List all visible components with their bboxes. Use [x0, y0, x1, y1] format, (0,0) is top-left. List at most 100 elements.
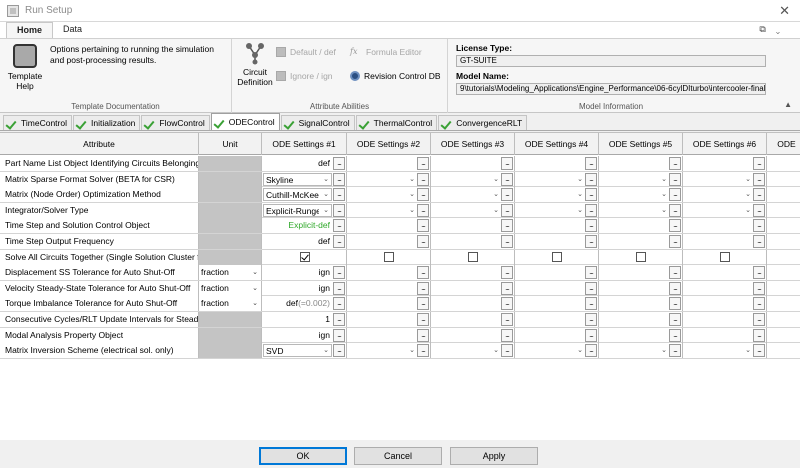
- value-cell[interactable]: ⌄...: [347, 171, 431, 187]
- ellipsis-button[interactable]: ...: [333, 344, 345, 358]
- tab-thermalcontrol[interactable]: ThermalControl: [355, 115, 438, 130]
- ellipsis-button[interactable]: ...: [501, 235, 513, 248]
- ellipsis-button[interactable]: ...: [585, 157, 597, 170]
- ellipsis-button[interactable]: ...: [333, 157, 345, 170]
- chevron-down-icon[interactable]: ⌄: [745, 343, 751, 358]
- ellipsis-button[interactable]: ...: [753, 219, 765, 233]
- ellipsis-button[interactable]: ...: [669, 157, 681, 170]
- value-cell[interactable]: ⌄...: [683, 343, 767, 359]
- value-cell[interactable]: ...: [347, 312, 431, 327]
- value-cell[interactable]: ...: [515, 156, 599, 171]
- ellipsis-button[interactable]: ...: [753, 235, 765, 248]
- select-dropdown[interactable]: SVD ⌄: [263, 344, 332, 358]
- value-cell[interactable]: ...: [431, 234, 515, 249]
- ellipsis-button[interactable]: ...: [417, 219, 429, 233]
- value-cell[interactable]: ...: [431, 296, 515, 312]
- ellipsis-button[interactable]: ...: [501, 344, 513, 358]
- value-cell[interactable]: ⌄...: [599, 202, 683, 218]
- value-cell[interactable]: ...: [515, 312, 599, 327]
- value-cell[interactable]: ...: [515, 234, 599, 249]
- value-cell[interactable]: ⌄...: [347, 202, 431, 218]
- value-cell[interactable]: [767, 265, 800, 280]
- value-cell[interactable]: Skyline ⌄...: [262, 171, 347, 187]
- ellipsis-button[interactable]: ...: [753, 344, 765, 358]
- ellipsis-button[interactable]: ...: [753, 313, 765, 326]
- value-cell[interactable]: ⌄...: [431, 187, 515, 203]
- ellipsis-button[interactable]: ...: [333, 188, 345, 202]
- value-cell[interactable]: ...: [431, 312, 515, 327]
- chevron-down-icon[interactable]: ⌄: [323, 189, 329, 201]
- ellipsis-button[interactable]: ...: [417, 297, 429, 311]
- chevron-down-icon[interactable]: ⌄: [323, 345, 329, 357]
- tab-timecontrol[interactable]: TimeControl: [3, 115, 72, 130]
- ellipsis-button[interactable]: ...: [417, 344, 429, 358]
- chevron-down-icon[interactable]: ⌄: [409, 203, 415, 218]
- value-cell[interactable]: ...: [515, 218, 599, 234]
- value-cell[interactable]: (=0.002) def...: [262, 296, 347, 312]
- value-cell[interactable]: [262, 249, 347, 265]
- value-cell[interactable]: [767, 203, 800, 218]
- ellipsis-button[interactable]: ...: [585, 344, 597, 358]
- chevron-down-icon[interactable]: ⌄: [661, 172, 667, 187]
- ellipsis-button[interactable]: ...: [753, 297, 765, 311]
- value-cell[interactable]: ...: [683, 218, 767, 234]
- value-cell[interactable]: ...: [683, 327, 767, 343]
- ellipsis-button[interactable]: ...: [333, 266, 345, 280]
- ellipsis-button[interactable]: ...: [669, 344, 681, 358]
- chevron-down-icon[interactable]: ⌄: [493, 172, 499, 187]
- chevron-down-icon[interactable]: ⌄: [252, 265, 258, 280]
- value-cell[interactable]: [767, 234, 800, 249]
- tab-odecontrol[interactable]: ODEControl: [210, 113, 280, 130]
- ellipsis-button[interactable]: ...: [669, 313, 681, 326]
- select-dropdown[interactable]: Explicit-Runge-Ku... ⌄: [263, 203, 332, 217]
- chevron-down-icon[interactable]: ⌄: [493, 203, 499, 218]
- ellipsis-button[interactable]: ...: [585, 203, 597, 217]
- select-dropdown[interactable]: Skyline ⌄: [263, 172, 332, 186]
- ellipsis-button[interactable]: ...: [417, 328, 429, 342]
- value-cell[interactable]: ...: [431, 218, 515, 234]
- value-cell[interactable]: ...: [431, 280, 515, 296]
- circuit-definition-button[interactable]: Circuit Definition: [236, 41, 274, 87]
- ellipsis-button[interactable]: ...: [753, 172, 765, 186]
- value-cell[interactable]: ...: [431, 265, 515, 281]
- ellipsis-button[interactable]: ...: [417, 281, 429, 295]
- value-cell[interactable]: ...: [599, 265, 683, 281]
- unit-cell[interactable]: fraction ⌄: [199, 296, 262, 312]
- ellipsis-button[interactable]: ...: [501, 281, 513, 295]
- tab-data[interactable]: Data: [53, 22, 92, 38]
- value-cell[interactable]: [767, 172, 800, 187]
- value-cell[interactable]: Explicit-Runge-Ku... ⌄...: [262, 202, 347, 218]
- value-cell[interactable]: ...: [683, 280, 767, 296]
- ellipsis-button[interactable]: ...: [753, 328, 765, 342]
- value-cell[interactable]: [767, 218, 800, 233]
- ellipsis-button[interactable]: ...: [501, 266, 513, 280]
- chevron-down-icon[interactable]: ⌄: [577, 343, 583, 358]
- chevron-down-icon[interactable]: ⌄: [745, 172, 751, 187]
- ellipsis-button[interactable]: ...: [501, 313, 513, 326]
- value-cell[interactable]: [767, 156, 800, 171]
- ellipsis-button[interactable]: ...: [669, 266, 681, 280]
- value-cell[interactable]: ign...: [262, 327, 347, 343]
- ellipsis-button[interactable]: ...: [669, 297, 681, 311]
- value-cell[interactable]: ...: [683, 265, 767, 281]
- value-cell[interactable]: ...: [431, 156, 515, 171]
- checkbox[interactable]: [636, 251, 646, 262]
- ellipsis-button[interactable]: ...: [753, 266, 765, 280]
- ellipsis-button[interactable]: ...: [333, 203, 345, 217]
- value-cell[interactable]: [767, 250, 800, 265]
- value-cell[interactable]: ign...: [262, 280, 347, 296]
- ellipsis-button[interactable]: ...: [501, 219, 513, 233]
- value-cell[interactable]: [683, 249, 767, 265]
- ignore-ign-button[interactable]: Ignore / ign: [276, 69, 333, 82]
- ellipsis-button[interactable]: ...: [501, 297, 513, 311]
- chevron-down-icon[interactable]: ⌄: [577, 172, 583, 187]
- value-cell[interactable]: ...: [347, 296, 431, 312]
- formula-editor-button[interactable]: fx Formula Editor: [350, 45, 422, 58]
- ellipsis-button[interactable]: ...: [333, 313, 345, 326]
- value-cell[interactable]: ...: [599, 296, 683, 312]
- value-cell[interactable]: ign...: [262, 265, 347, 281]
- value-cell[interactable]: ...: [515, 296, 599, 312]
- tab-flowcontrol[interactable]: FlowControl: [141, 115, 210, 130]
- value-cell[interactable]: def...: [262, 234, 347, 249]
- value-cell[interactable]: ...: [599, 280, 683, 296]
